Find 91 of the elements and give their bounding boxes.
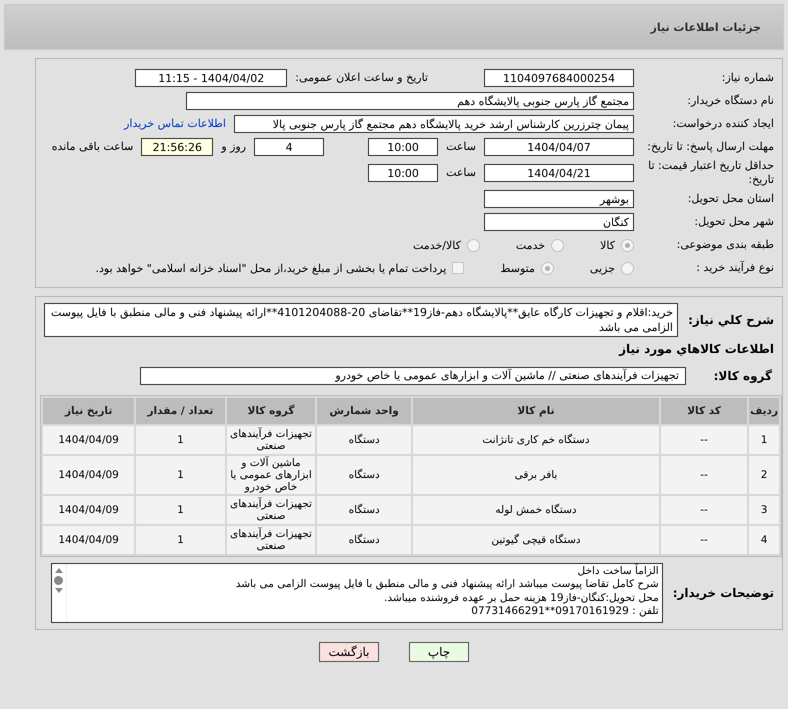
city-field[interactable]: کنگان: [484, 213, 634, 231]
radio-label: کالا/خدمت: [413, 238, 461, 252]
radio-button[interactable]: [621, 262, 634, 274]
table-cell: دستگاه: [317, 496, 411, 524]
table-cell: 1404/04/09: [43, 456, 134, 494]
announce-date-field[interactable]: 1404/04/02 - 11:15: [135, 68, 288, 86]
scroll-down-icon[interactable]: [54, 588, 63, 592]
table-cell: تجهیزات فرآیندهای صنعتی: [226, 426, 316, 454]
radio-button[interactable]: [621, 238, 634, 252]
column-header: گروه کالا: [226, 398, 316, 424]
radio-button[interactable]: [466, 238, 480, 252]
radio-label: جزیی: [590, 262, 615, 274]
field-label: گروه کالا:: [712, 369, 773, 383]
remaining-time-field: 21:56:26: [141, 138, 214, 156]
table-cell: --: [660, 526, 748, 554]
table-cell: دستگاه: [317, 426, 411, 454]
field-label: روز و: [221, 140, 246, 153]
field-label: توضیحات خریدار:: [672, 586, 775, 600]
notes-line: تلفن : 09170161929**07731466291: [470, 605, 659, 618]
table-cell: 2: [749, 456, 779, 494]
table-cell: دستگاه خم کاری تانژانت: [412, 426, 659, 454]
table-cell: 1: [136, 496, 225, 524]
goods-group-field[interactable]: تجهیزات فرآیندهای صنعتی // ماشین آلات و ابزارهای عمومی یا خاص خودرو: [140, 367, 686, 385]
field-label: تاریخ و ساعت اعلان عمومی:: [295, 71, 428, 84]
table-cell: 1: [136, 526, 225, 554]
table-cell: دستگاه قیچی گیوتین: [412, 526, 659, 554]
field-label: مهلت ارسال پاسخ: تا تاریخ:: [646, 140, 775, 154]
table-cell: دستگاه خمش لوله: [412, 496, 659, 524]
table-cell: 1: [136, 456, 225, 494]
column-header: ردیف: [749, 398, 779, 424]
radio-button[interactable]: [551, 238, 564, 252]
section-heading: اطلاعات كالاهاي مورد نياز: [619, 342, 775, 356]
notes-field[interactable]: الزاماً ساخت داخل شرح کامل تقاضا پیوست میباشد ارائه پیشنهاد فنی و مالی منطبق با فایل پیوست الزامی می باشد محل تحویل:کنگان-فاز19 هزینه حمل بر عهده فروشنده میباشد. تلفن : 09170161929**07731466291: [50, 562, 663, 622]
time-field[interactable]: 10:00: [368, 138, 438, 156]
creator-field[interactable]: پیمان چترزرین کارشناس ارشد خرید پالایشگاه دهم مجتمع گاز پارس جنوبی پالا: [234, 114, 634, 132]
table-cell: 1: [136, 426, 225, 454]
table-cell: دستگاه: [317, 526, 411, 554]
contact-link[interactable]: اطلاعات تماس خریدار: [124, 117, 226, 130]
table-cell: 3: [749, 496, 779, 524]
checkbox-label: پرداخت تمام یا بخشی از مبلغ خرید،از محل "اسناد خزانه اسلامی" خواهد بود.: [96, 262, 446, 274]
date-field[interactable]: 1404/04/21: [484, 164, 634, 182]
radio-button[interactable]: [540, 262, 554, 274]
field-label: شرح کلي نياز:: [687, 312, 775, 326]
field-label: ایجاد کننده درخواست:: [672, 116, 775, 130]
field-label: طبقه بندی موضوعی:: [676, 238, 775, 252]
table-cell: دستگاه: [317, 456, 411, 494]
table-cell: --: [660, 426, 748, 454]
buyer-org-field[interactable]: مجتمع گاز پارس جنوبی پالایشگاه دهم: [186, 92, 634, 110]
column-header: واحد شمارش: [317, 398, 411, 424]
notes-line: شرح کامل تقاضا پیوست میباشد ارائه پیشنهاد فنی و مالی منطبق با فایل پیوست الزامی می باشد: [234, 578, 659, 592]
column-header: کد کالا: [660, 398, 748, 424]
table-cell: بافر برقی: [412, 456, 659, 494]
table-cell: تجهیزات فرآیندهای صنعتی: [226, 526, 316, 554]
field-label: ساعت: [446, 140, 476, 153]
description-field[interactable]: خرید:اقلام و تجهیزات کارگاه عایق**پالایشگاه دهم-فاز19**تقاضای 20-4101204088**ارائه پیشنهاد فنی و مالی منطبق با فایل پیوست الزامی می باشد: [44, 302, 678, 336]
field-label: استان محل تحویل:: [686, 192, 775, 206]
province-field[interactable]: بوشهر: [484, 190, 634, 208]
table-cell: --: [660, 496, 748, 524]
field-label: حداقل تاریخ اعتبار قیمت: تا تاریخ:: [647, 159, 775, 186]
page-title: جزئیات اطلاعات نیاز: [650, 20, 761, 34]
table-cell: 1404/04/09: [43, 526, 134, 554]
column-header: تعداد / مقدار: [136, 398, 225, 424]
table-cell: --: [660, 456, 748, 494]
column-header: تاریخ نیاز: [43, 398, 134, 424]
print-button[interactable]: چاپ: [409, 642, 469, 662]
table-cell: 1: [749, 426, 779, 454]
field-label: شماره نیاز:: [720, 70, 775, 84]
table-cell: ماشین آلات و ابزارهای عمومی یا خاص خودرو: [226, 456, 316, 494]
scroll-up-icon[interactable]: [54, 568, 63, 572]
field-label: نام دستگاه خریدار:: [686, 94, 775, 108]
field-label: ساعت باقی مانده: [52, 140, 134, 153]
table-cell: 1404/04/09: [43, 426, 134, 454]
field-label: نوع فرآیند خرید :: [695, 261, 775, 275]
radio-label: کالا: [600, 238, 615, 252]
notes-line: محل تحویل:کنگان-فاز19 هزینه حمل بر عهده فروشنده میباشد.: [383, 592, 659, 605]
field-label: ساعت: [446, 166, 476, 180]
time-field[interactable]: 10:00: [368, 164, 438, 182]
back-button[interactable]: بازگشت: [319, 642, 379, 662]
table-cell: تجهیزات فرآیندهای صنعتی: [226, 496, 316, 524]
notes-line: الزاماً ساخت داخل: [576, 564, 659, 578]
checkbox[interactable]: [452, 262, 464, 274]
table-cell: 1404/04/09: [43, 496, 134, 524]
scroll-thumb-icon[interactable]: [54, 576, 64, 584]
days-field[interactable]: 4: [254, 138, 324, 156]
column-header: نام کالا: [412, 398, 659, 424]
table-cell: 4: [749, 526, 779, 554]
radio-label: خدمت: [516, 238, 546, 252]
need-number-field[interactable]: 1104097684000254: [484, 68, 634, 86]
field-label: شهر محل تحویل:: [693, 215, 775, 229]
radio-label: متوسط: [500, 262, 535, 274]
date-field[interactable]: 1404/04/07: [484, 138, 634, 156]
